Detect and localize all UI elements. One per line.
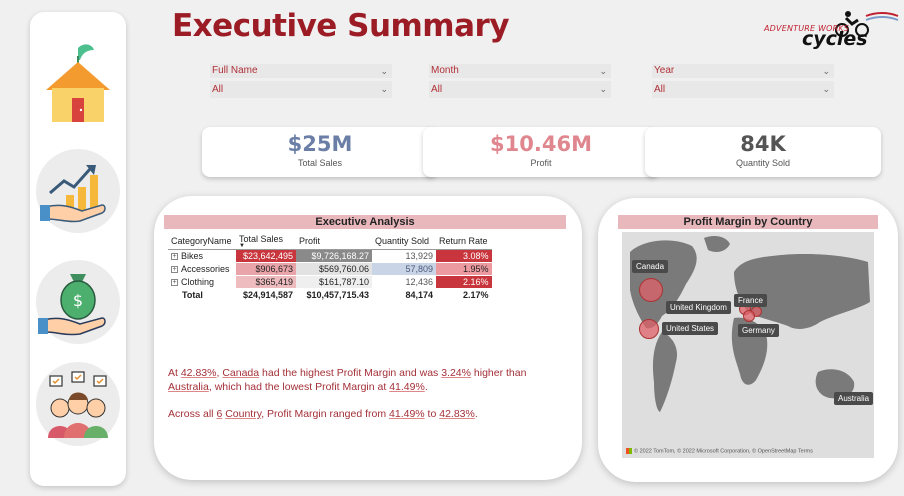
map-label[interactable]: Canada	[632, 260, 669, 273]
sales-cell: $906,673	[236, 262, 296, 276]
category-cell: Accessories	[181, 263, 230, 274]
money-bag-hand-icon[interactable]: $	[36, 260, 120, 344]
full-name-slicer[interactable]: Full Name ⌄ All ⌄	[210, 64, 392, 98]
kpi-label: Profit	[530, 158, 552, 168]
kpi-value: $25M	[287, 132, 353, 156]
rate-cell: 1.95%	[436, 262, 492, 276]
narrative-paragraph: Across all 6 Country, Profit Margin rang…	[168, 408, 478, 420]
total-row: Total $24,914,587 $10,457,715.43 84,174 …	[168, 287, 492, 302]
panel-title: Executive Analysis	[164, 215, 566, 229]
month-slicer[interactable]: Month ⌄ All ⌄	[429, 64, 611, 98]
map-label[interactable]: United States	[662, 322, 719, 335]
sales-cell: $365,419	[236, 275, 296, 289]
map-bubble-canada[interactable]	[639, 278, 663, 302]
column-header[interactable]: Profit	[296, 233, 372, 250]
home-icon[interactable]	[36, 40, 120, 124]
profit-cell: $161,787.10	[296, 275, 372, 289]
column-header[interactable]: Total Sales ▼	[236, 233, 296, 250]
slicer-value: All	[212, 84, 224, 95]
chevron-down-icon[interactable]: ⌄	[380, 64, 388, 78]
smart-narrative: At 42.83%, Canada had the highest Profit…	[168, 366, 568, 434]
year-slicer[interactable]: Year ⌄ All ⌄	[652, 64, 834, 98]
column-header[interactable]: CategoryName	[168, 233, 236, 250]
profit-cell: $9,726,168.27	[296, 249, 372, 263]
kpi-value: $10.46M	[490, 132, 592, 156]
chevron-down-icon[interactable]: ⌄	[380, 81, 388, 98]
qty-cell: 12,436	[372, 275, 436, 289]
rate-cell: 3.08%	[436, 249, 492, 263]
expand-icon[interactable]: +	[171, 265, 178, 273]
table-row[interactable]: + Bikes $23,642,495 $9,726,168.27 13,929 …	[168, 249, 492, 263]
category-cell: Bikes	[181, 250, 204, 261]
table-row[interactable]: + Clothing $365,419 $161,787.10 12,436 2.…	[168, 275, 492, 289]
map-label[interactable]: France	[734, 294, 767, 307]
growth-chart-icon[interactable]	[36, 149, 120, 233]
category-cell: Clothing	[181, 276, 215, 287]
slicer-value: All	[431, 84, 443, 95]
qty-cell: 13,929	[372, 249, 436, 263]
sales-cell: $23,642,495	[236, 249, 296, 263]
chevron-down-icon[interactable]: ⌄	[822, 81, 830, 98]
map-bubble-united-states[interactable]	[639, 319, 659, 339]
profit-cell: $569,760.06	[296, 262, 372, 276]
expand-icon[interactable]: +	[171, 252, 178, 260]
profit-cell: $10,457,715.43	[296, 287, 372, 302]
expand-icon[interactable]: +	[171, 278, 178, 286]
map-bubble-united-kingdom[interactable]	[743, 310, 755, 322]
map-label[interactable]: United Kingdom	[666, 301, 731, 314]
chevron-down-icon[interactable]: ⌄	[599, 81, 607, 98]
kpi-profit: $10.46M Profit	[423, 127, 659, 177]
slicer-value: All	[654, 84, 666, 95]
kpi-quantity-sold: 84K Quantity Sold	[645, 127, 881, 177]
page-title: Executive Summary	[172, 8, 510, 44]
slicer-label: Full Name	[212, 65, 258, 76]
narrative-paragraph: At 42.83%, Canada had the highest Profit…	[168, 367, 527, 393]
rate-cell: 2.17%	[436, 287, 492, 302]
rate-cell: 2.16%	[436, 275, 492, 289]
svg-text:$: $	[73, 291, 83, 310]
slicer-label: Year	[654, 65, 675, 76]
team-icon[interactable]	[36, 362, 120, 446]
map-label[interactable]: Germany	[738, 324, 779, 337]
column-header[interactable]: Quantity Sold	[372, 233, 436, 250]
world-map[interactable]: Canada United Kingdom France United Stat…	[622, 232, 874, 458]
map-label[interactable]: Australia	[834, 392, 874, 405]
table-row[interactable]: + Accessories $906,673 $569,760.06 57,809…	[168, 262, 492, 276]
analysis-matrix[interactable]: CategoryName Total Sales ▼ Profit Quantit…	[168, 233, 492, 302]
sales-cell: $24,914,587	[236, 287, 296, 302]
chevron-down-icon[interactable]: ⌄	[822, 64, 830, 78]
qty-cell: 57,809	[372, 262, 436, 276]
column-header[interactable]: Return Rate	[436, 233, 492, 250]
kpi-label: Total Sales	[297, 158, 343, 168]
chevron-down-icon[interactable]: ⌄	[599, 64, 607, 78]
panel-title: Profit Margin by Country	[618, 215, 878, 229]
slicer-label: Month	[431, 65, 459, 76]
adventure-works-logo: ADVENTURE WORKS cycles	[762, 8, 902, 50]
kpi-total-sales: $25M Total Sales	[202, 127, 438, 177]
logo-line2: cycles	[802, 28, 868, 50]
map-attribution[interactable]: © 2022 TomTom, © 2022 Microsoft Corporat…	[626, 447, 813, 454]
category-cell: Total	[168, 287, 236, 302]
kpi-label: Quantity Sold	[735, 158, 791, 168]
microsoft-logo-icon	[626, 447, 632, 454]
qty-cell: 84,174	[372, 287, 436, 302]
kpi-value: 84K	[740, 132, 786, 156]
sidebar-nav: $	[30, 12, 126, 486]
